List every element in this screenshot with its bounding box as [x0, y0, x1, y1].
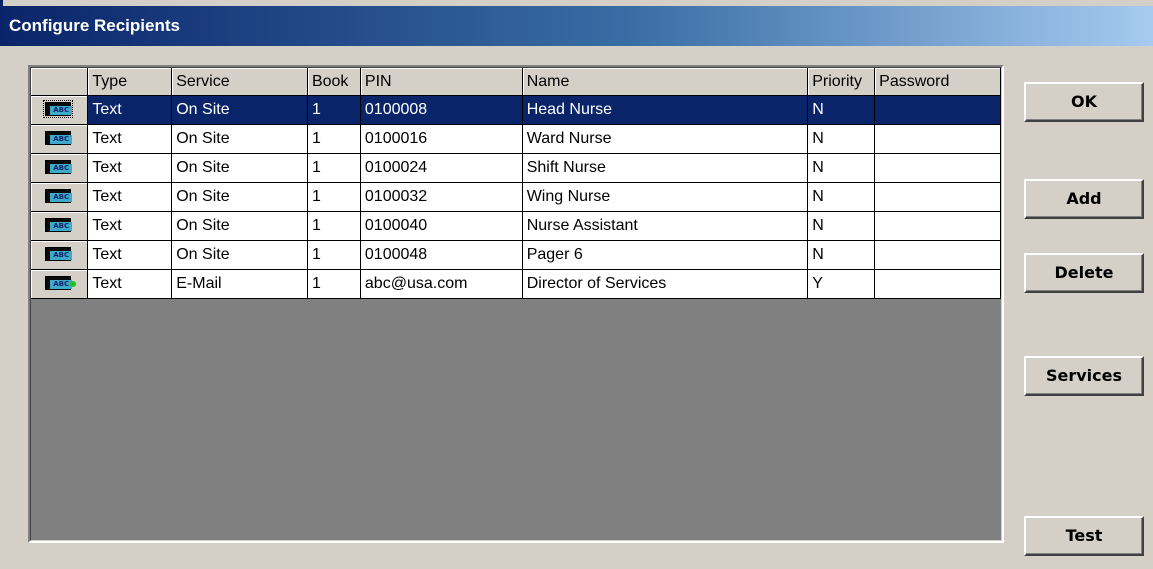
cell-type[interactable]: Text — [87, 153, 173, 183]
cell-name[interactable]: Wing Nurse — [522, 182, 809, 212]
cell-pin[interactable]: 0100008 — [360, 95, 523, 125]
cell-priority[interactable]: N — [807, 95, 876, 125]
test-button[interactable]: Test — [1024, 516, 1144, 556]
cell-service[interactable]: On Site — [171, 211, 308, 241]
cell-service[interactable]: On Site — [171, 124, 308, 154]
cell-priority[interactable]: N — [807, 240, 876, 270]
pager-icon: ABC — [43, 217, 75, 234]
recipients-grid[interactable]: Type Service Book PIN Name Priority Pass… — [28, 65, 1004, 543]
cell-name[interactable]: Nurse Assistant — [522, 211, 809, 241]
add-button[interactable]: Add — [1024, 179, 1144, 219]
cell-type[interactable]: Text — [87, 240, 173, 270]
row-header[interactable]: ABC — [31, 153, 89, 183]
column-header-name[interactable]: Name — [522, 68, 809, 96]
cell-service[interactable]: On Site — [171, 240, 308, 270]
column-header-service[interactable]: Service — [171, 68, 308, 96]
row-header[interactable]: ABC — [31, 95, 89, 125]
column-header-type[interactable]: Type — [87, 68, 173, 96]
cell-password[interactable] — [874, 269, 1001, 299]
services-button[interactable]: Services — [1024, 356, 1144, 396]
cell-pin[interactable]: 0100040 — [360, 211, 523, 241]
cell-book[interactable]: 1 — [307, 124, 361, 154]
table-row[interactable]: ABC Text On Site 1 0100040 Nurse Assistant N — [31, 211, 1001, 241]
recipients-table: Type Service Book PIN Name Priority Pass… — [31, 68, 1001, 299]
cell-priority[interactable]: N — [807, 124, 876, 154]
cell-pin[interactable]: 0100016 — [360, 124, 523, 154]
column-header-pin[interactable]: PIN — [360, 68, 523, 96]
cell-type[interactable]: Text — [87, 182, 173, 212]
cell-type[interactable]: Text — [87, 124, 173, 154]
pager-icon: ABC — [43, 159, 75, 176]
delete-button[interactable]: Delete — [1024, 253, 1144, 293]
cell-pin[interactable]: 0100032 — [360, 182, 523, 212]
pager-icon: ABC — [43, 246, 75, 263]
cell-priority[interactable]: Y — [807, 269, 876, 299]
cell-name[interactable]: Head Nurse — [522, 95, 809, 125]
cell-book[interactable]: 1 — [307, 153, 361, 183]
row-header[interactable]: ABC — [31, 211, 89, 241]
cell-password[interactable] — [874, 124, 1001, 154]
cell-service[interactable]: E-Mail — [171, 269, 308, 299]
table-row[interactable]: ABC Text On Site 1 0100008 Head Nurse N — [31, 95, 1001, 125]
cell-priority[interactable]: N — [807, 211, 876, 241]
ok-button[interactable]: OK — [1024, 82, 1144, 122]
cell-book[interactable]: 1 — [307, 95, 361, 125]
column-header-password[interactable]: Password — [874, 68, 1001, 96]
cell-name[interactable]: Pager 6 — [522, 240, 809, 270]
table-row[interactable]: ABC Text On Site 1 0100048 Pager 6N — [31, 240, 1001, 270]
email-pager-icon: ABC — [43, 275, 77, 292]
cell-priority[interactable]: N — [807, 182, 876, 212]
recipients-grid-viewport: Type Service Book PIN Name Priority Pass… — [30, 67, 1002, 541]
header-row: Type Service Book PIN Name Priority Pass… — [31, 68, 1001, 96]
row-header[interactable]: ABC — [31, 182, 89, 212]
cell-password[interactable] — [874, 153, 1001, 183]
column-header-book[interactable]: Book — [307, 68, 361, 96]
window-title-bar: Configure Recipients — [0, 6, 1153, 46]
table-row[interactable]: ABC Text On Site 1 0100024 Shift Nurse N — [31, 153, 1001, 183]
table-row[interactable]: ABC Text E-Mail 1 abc@usa.com Director of Ser… — [31, 269, 1001, 299]
row-header[interactable]: ABC — [31, 269, 89, 299]
cell-book[interactable]: 1 — [307, 182, 361, 212]
email-indicator-icon — [70, 281, 77, 288]
row-header-corner — [31, 68, 89, 96]
cell-name[interactable]: Shift Nurse — [522, 153, 809, 183]
cell-book[interactable]: 1 — [307, 211, 361, 241]
cell-book[interactable]: 1 — [307, 269, 361, 299]
column-header-priority[interactable]: Priority — [807, 68, 876, 96]
cell-service[interactable]: On Site — [171, 182, 308, 212]
table-row[interactable]: ABC Text On Site 1 0100016 Ward Nurse N — [31, 124, 1001, 154]
window-title: Configure Recipients — [9, 16, 180, 35]
cell-priority[interactable]: N — [807, 153, 876, 183]
table-row[interactable]: ABC Text On Site 1 0100032 Wing Nurse N — [31, 182, 1001, 212]
cell-type[interactable]: Text — [87, 211, 173, 241]
row-header[interactable]: ABC — [31, 240, 89, 270]
cell-name[interactable]: Director of Services — [522, 269, 809, 299]
cell-password[interactable] — [874, 211, 1001, 241]
cell-password[interactable] — [874, 182, 1001, 212]
cell-name[interactable]: Ward Nurse — [522, 124, 809, 154]
pager-icon: ABC — [43, 130, 75, 147]
cell-type[interactable]: Text — [87, 269, 173, 299]
row-header[interactable]: ABC — [31, 124, 89, 154]
cell-book[interactable]: 1 — [307, 240, 361, 270]
cell-service[interactable]: On Site — [171, 153, 308, 183]
pager-icon: ABC — [43, 188, 75, 205]
cell-pin[interactable]: 0100024 — [360, 153, 523, 183]
cell-type[interactable]: Text — [87, 95, 173, 125]
cell-service[interactable]: On Site — [171, 95, 308, 125]
cell-password[interactable] — [874, 240, 1001, 270]
pager-icon: ABC — [43, 100, 75, 119]
cell-pin[interactable]: abc@usa.com — [360, 269, 523, 299]
cell-pin[interactable]: 0100048 — [360, 240, 523, 270]
cell-password[interactable] — [874, 95, 1001, 125]
